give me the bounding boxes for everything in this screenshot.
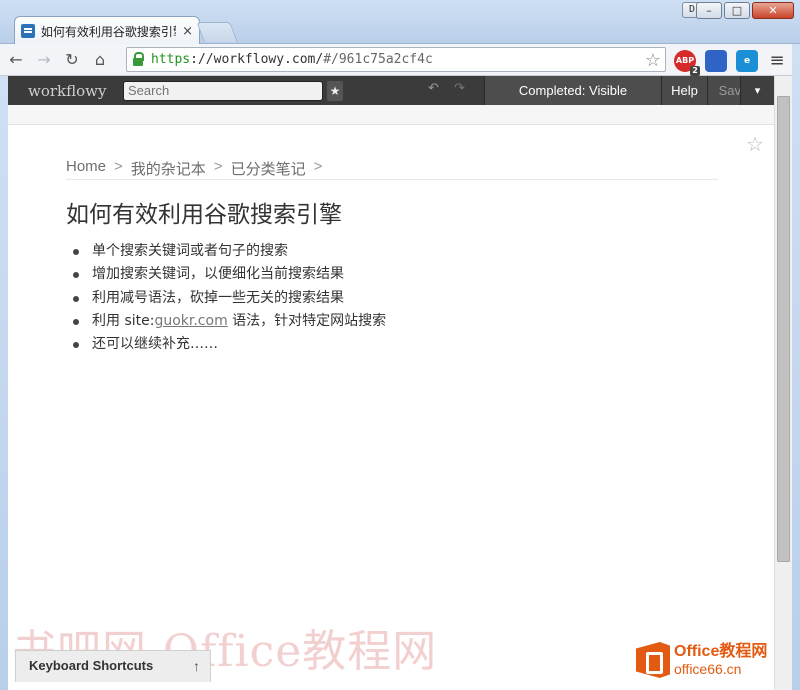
search-input[interactable] [123, 80, 323, 101]
adblock-count-badge: 2 [690, 66, 700, 76]
url-scheme: https [151, 52, 191, 67]
forward-arrow-icon[interactable]: → [32, 48, 56, 72]
minimize-button[interactable]: – [696, 2, 722, 19]
completed-visible-button[interactable]: Completed: Visible [484, 76, 661, 105]
list-item[interactable]: 还可以继续补充…… [66, 333, 386, 356]
guokr-link[interactable]: guokr.com [154, 313, 227, 329]
settings-dropdown-icon[interactable]: ▾ [740, 76, 774, 105]
help-button[interactable]: Help [661, 76, 707, 105]
list-item[interactable]: 增加搜索关键词，以便细化当前搜索结果 [66, 263, 386, 286]
ie-tab-icon[interactable]: e [736, 50, 758, 72]
adblock-plus-icon[interactable]: 2 ABP [674, 50, 700, 76]
workflowy-logo[interactable]: workflowy [28, 82, 123, 100]
window-left-border [0, 76, 8, 690]
office-brand-name: Office教程网 [674, 643, 768, 660]
reload-icon[interactable]: ↻ [60, 48, 84, 72]
back-arrow-icon[interactable]: ← [4, 48, 28, 72]
keyboard-shortcuts-label: Keyboard Shortcuts [29, 658, 154, 673]
breadcrumb-notebook[interactable]: 我的杂记本 [131, 158, 206, 179]
star-page-icon[interactable]: ☆ [746, 132, 764, 156]
url-text: https://workflowy.com/#/961c75a2cf4c [151, 52, 433, 67]
breadcrumb: Home > 我的杂记本 > 已分类笔记 > [66, 158, 718, 180]
window-right-border [792, 44, 800, 690]
office-site-logo: Office教程网 office66.cn [636, 642, 767, 678]
content-top-strip [8, 105, 774, 125]
home-icon[interactable]: ⌂ [88, 48, 112, 72]
page-title[interactable]: 如何有效利用谷歌搜索引擎 [66, 195, 342, 229]
scrollbar-thumb[interactable] [777, 96, 790, 562]
browser-menu-icon[interactable]: ≡ [766, 50, 788, 72]
expand-up-arrow-icon[interactable]: ↑ [193, 651, 200, 681]
redo-icon[interactable]: ↷ [454, 81, 465, 96]
page-content: ☆ Home > 我的杂记本 > 已分类笔记 > 如何有效利用谷歌搜索引擎 单个… [8, 105, 774, 690]
office-logo-text: Office教程网 office66.cn [674, 643, 767, 677]
breadcrumb-separator: > [313, 158, 323, 175]
window-titlebar: 如何有效利用谷歌搜索引擎 × Di – □ ✕ [0, 0, 800, 45]
list-item[interactable]: 单个搜索关键词或者句子的搜索 [66, 240, 386, 263]
workflowy-header: workflowy ★ ↶ ↷ Completed: Visible Help … [8, 76, 774, 105]
office-logo-icon [636, 642, 670, 678]
vertical-scrollbar[interactable] [774, 76, 792, 690]
breadcrumb-home[interactable]: Home [66, 158, 106, 179]
secure-lock-icon [133, 51, 144, 66]
tab-close-icon[interactable]: × [182, 24, 193, 39]
breadcrumb-separator: > [213, 158, 223, 175]
close-window-button[interactable]: ✕ [752, 2, 794, 19]
list-item[interactable]: 利用 site:guokr.com 语法，针对特定网站搜索 [66, 310, 386, 333]
tab-title: 如何有效利用谷歌搜索引擎 [40, 24, 177, 39]
address-bar[interactable]: https://workflowy.com/#/961c75a2cf4c ☆ [126, 47, 666, 72]
window-controls: – □ ✕ [696, 2, 794, 19]
breadcrumb-categorized-notes[interactable]: 已分类笔记 [231, 158, 306, 179]
office-brand-url: office66.cn [674, 661, 742, 677]
adblock-label: ABP [675, 56, 695, 65]
url-path: #/961c75a2cf4c [323, 52, 433, 67]
list-item[interactable]: 利用减号语法，砍掉一些无关的搜索结果 [66, 287, 386, 310]
new-tab-button[interactable] [196, 22, 238, 42]
maximize-button[interactable]: □ [724, 2, 750, 19]
extension-blue-icon[interactable] [705, 50, 727, 72]
workflowy-favicon-icon [21, 24, 35, 38]
undo-icon[interactable]: ↶ [428, 81, 439, 96]
keyboard-shortcuts-panel[interactable]: Keyboard Shortcuts ↑ [15, 650, 211, 682]
starred-pages-icon[interactable]: ★ [327, 80, 343, 101]
url-host: ://workflowy.com/ [190, 52, 324, 67]
bullet-list: 单个搜索关键词或者句子的搜索 增加搜索关键词，以便细化当前搜索结果 利用减号语法… [66, 240, 386, 356]
breadcrumb-separator: > [114, 158, 123, 175]
browser-tab[interactable]: 如何有效利用谷歌搜索引擎 × [14, 16, 200, 45]
bookmark-star-icon[interactable]: ☆ [645, 50, 661, 71]
item-prefix: 利用 site: [92, 312, 155, 329]
item-suffix: 语法，针对特定网站搜索 [227, 312, 387, 329]
